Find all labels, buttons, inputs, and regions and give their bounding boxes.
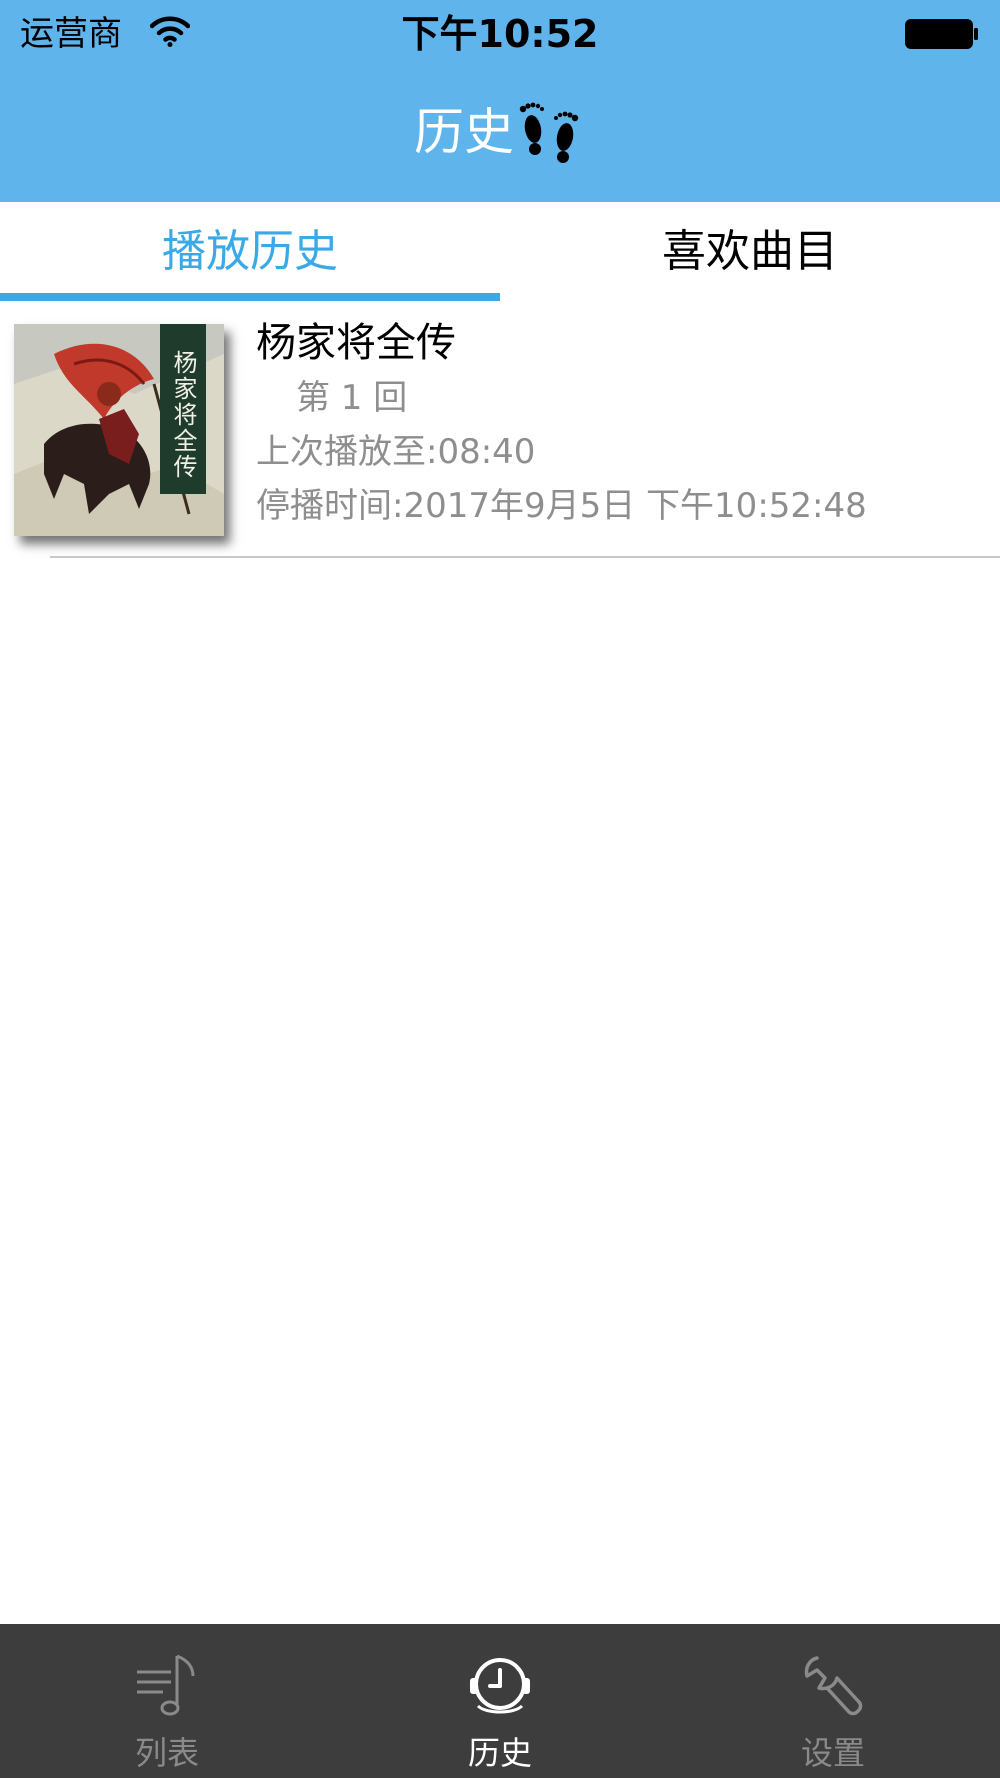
tabbar-item-settings[interactable]: 设置 [666,1624,1000,1778]
cover-title: 杨家将全传 [169,350,197,480]
item-stopped-time: 停播时间:2017年9月5日 下午10:52:48 [256,486,867,526]
clock-headset-icon [470,1658,530,1714]
row-separator [50,556,1000,558]
tabbar-label-settings: 设置 [800,1734,865,1772]
history-list: 杨家将全传 杨家将全传 第 1 回 上次播放至:08:40 停播时间:2017年… [0,302,1000,558]
page-title: 历史 [414,103,514,161]
status-time: 下午10:52 [401,12,599,56]
tab-favorite-tracks[interactable]: 喜欢曲目 [500,202,1000,292]
screen: 运营商 下午10:52 历史 播放历史 喜欢曲目 杨家将全传 杨家将全传 第 1… [0,0,1000,1778]
tab-play-history[interactable]: 播放历史 [0,202,500,292]
status-bar: 运营商 下午10:52 [0,0,1000,68]
header: 运营商 下午10:52 历史 [0,0,1000,202]
footprints-icon [519,102,579,163]
history-list-item[interactable]: 杨家将全传 杨家将全传 第 1 回 上次播放至:08:40 停播时间:2017年… [0,302,1000,558]
item-last-position: 上次播放至:08:40 [256,432,536,472]
tabbar-item-history[interactable]: 历史 [333,1624,667,1778]
tabbar-label-list: 列表 [134,1734,199,1772]
nav-bar: 历史 [0,92,1000,172]
tabbar-item-list[interactable]: 列表 [0,1624,334,1778]
battery-icon [905,19,978,49]
item-title: 杨家将全传 [256,320,456,366]
segment-tabs: 播放历史 喜欢曲目 [0,202,1000,302]
tabbar-label-history: 历史 [467,1734,532,1772]
tab-selected-indicator [0,293,500,301]
album-cover-image: 杨家将全传 [14,324,224,536]
wrench-icon [804,1656,863,1716]
music-list-icon [137,1654,195,1716]
tab-bar: 列表 历史 设置 [0,1624,1000,1778]
item-episode: 第 1 回 [296,378,408,418]
